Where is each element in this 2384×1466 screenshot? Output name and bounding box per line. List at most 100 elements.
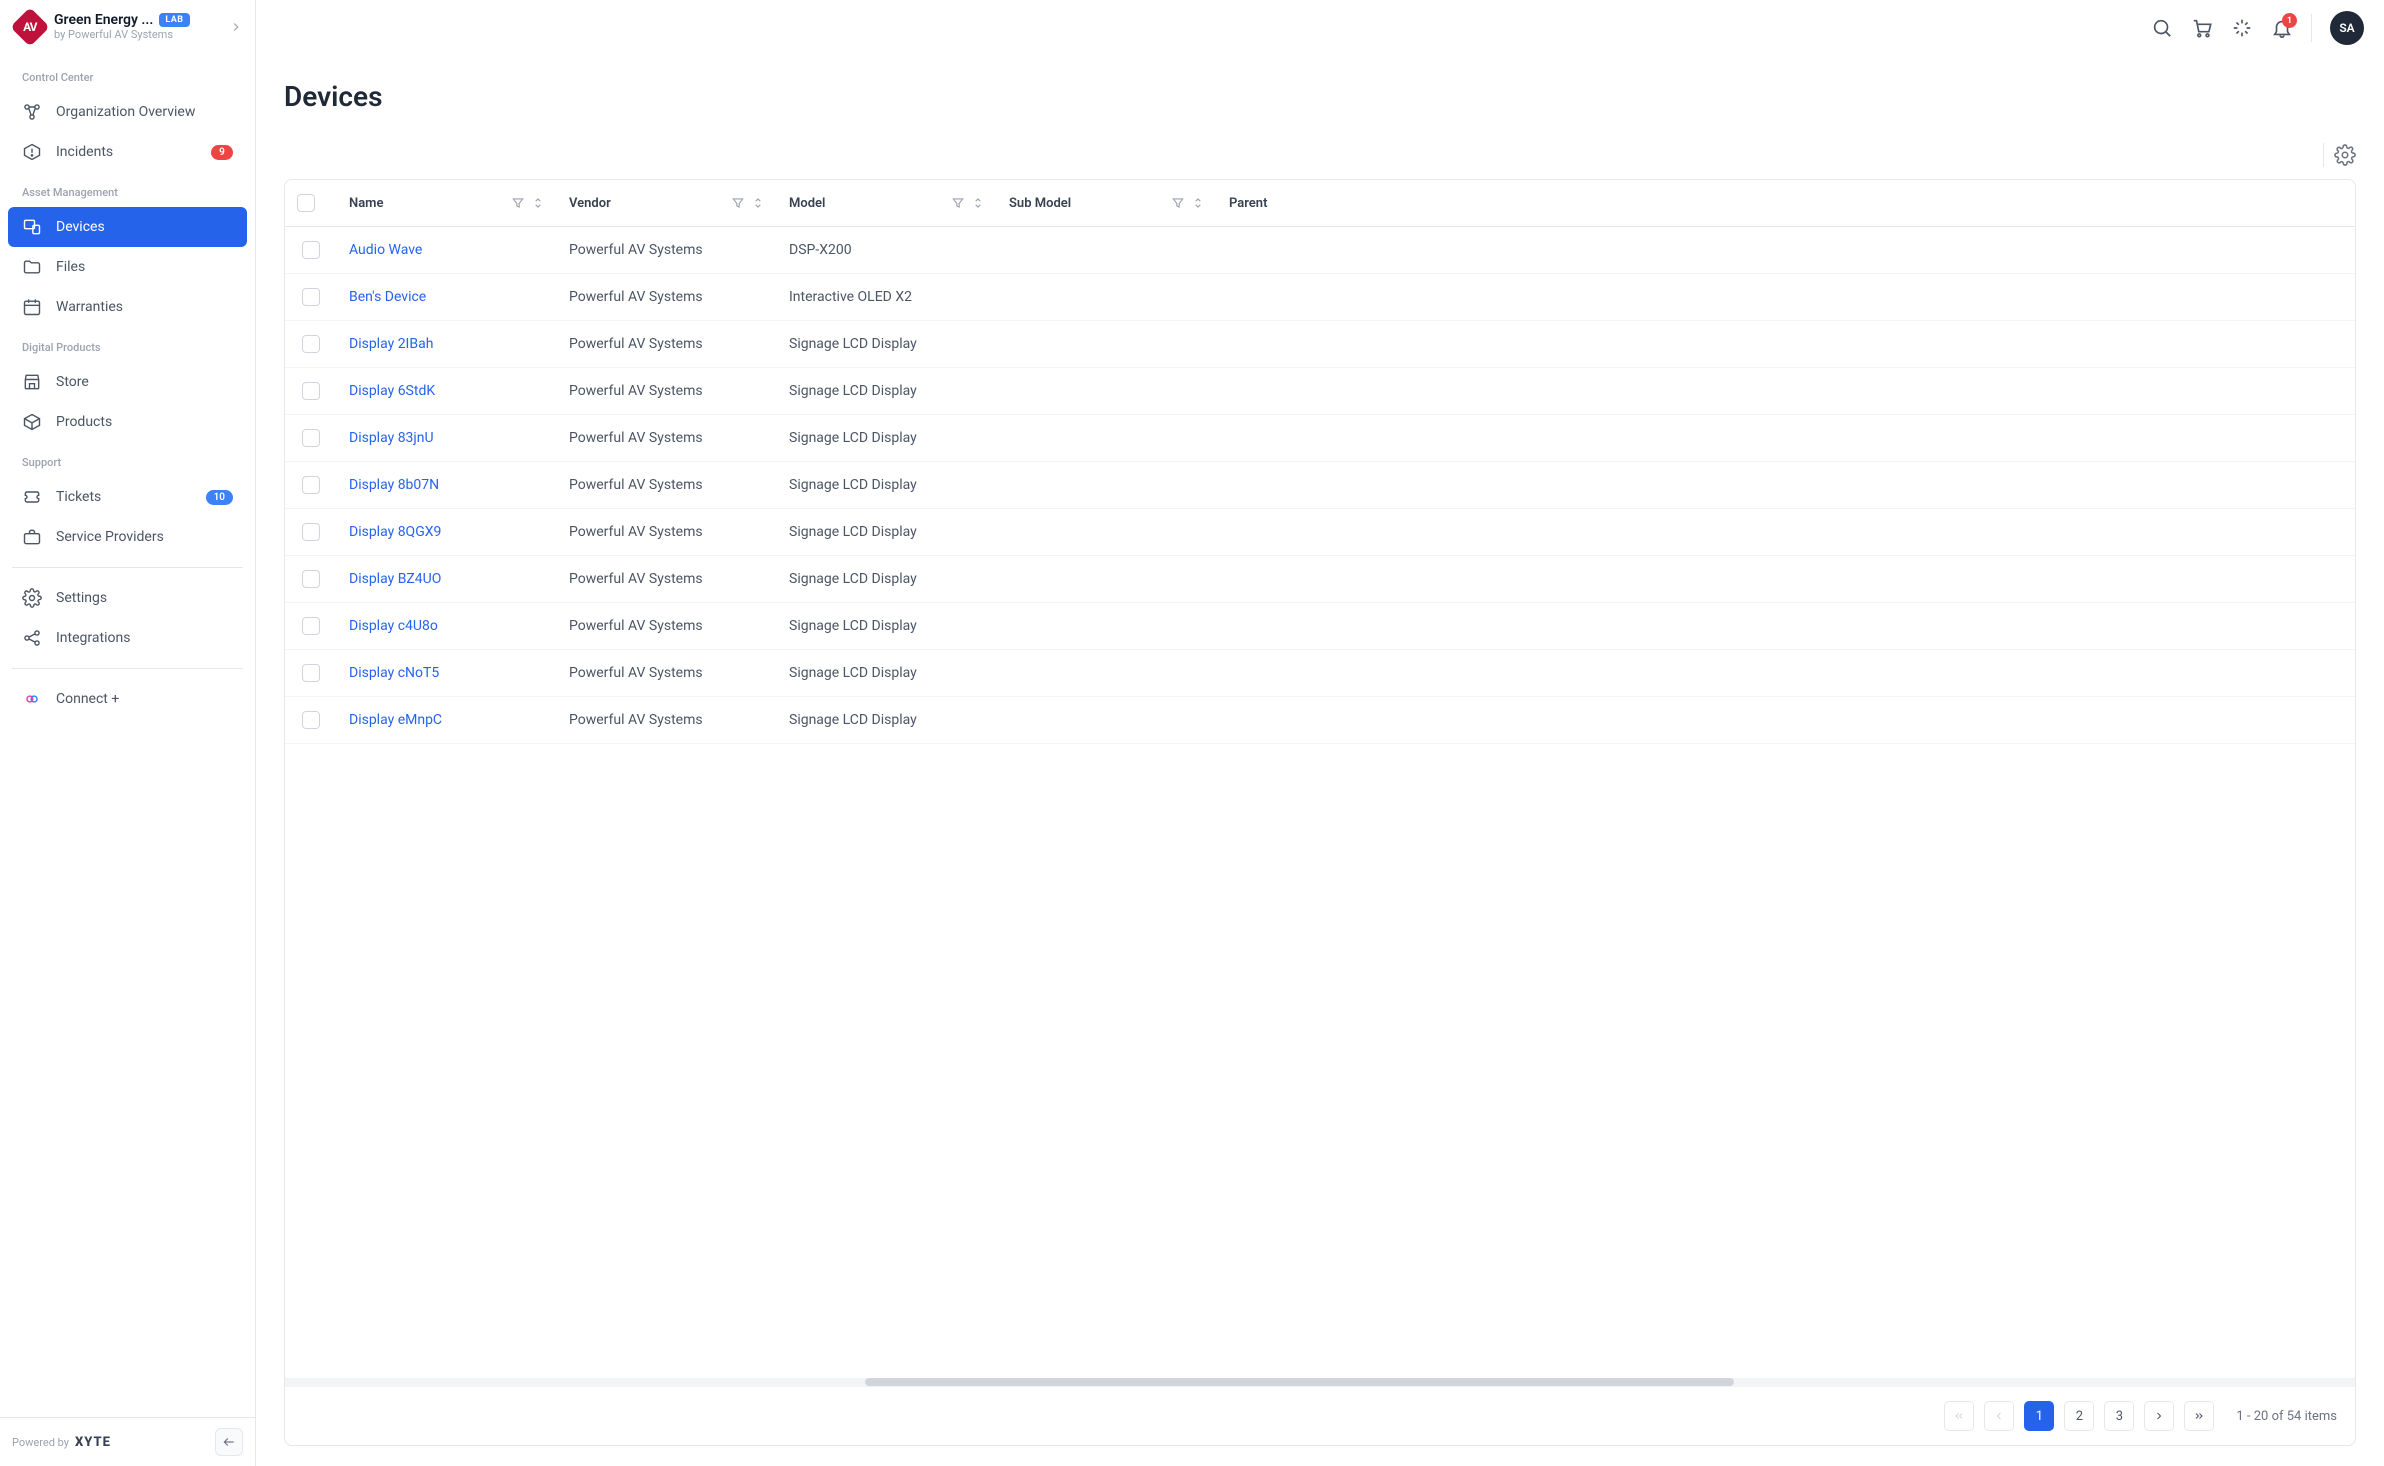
row-checkbox[interactable] [302, 241, 320, 259]
bell-icon[interactable]: 1 [2271, 17, 2293, 39]
sidebar-item-products[interactable]: Products [8, 402, 247, 442]
filter-icon[interactable] [951, 196, 965, 210]
cell-parent [1217, 556, 2355, 603]
cell-submodel [997, 556, 1217, 603]
cell-model: Signage LCD Display [777, 415, 997, 462]
cell-vendor: Powerful AV Systems [557, 462, 777, 509]
cell-parent [1217, 368, 2355, 415]
cell-parent [1217, 274, 2355, 321]
avatar[interactable]: SA [2330, 11, 2364, 45]
row-checkbox[interactable] [302, 476, 320, 494]
sidebar-item-overview[interactable]: Organization Overview [8, 92, 247, 132]
device-name-link[interactable]: Ben's Device [349, 289, 426, 305]
page-2-button[interactable]: 2 [2064, 1401, 2094, 1431]
section-control-center: Control Center [8, 57, 247, 92]
divider [2311, 14, 2312, 42]
page-last-button[interactable] [2184, 1401, 2214, 1431]
device-name-link[interactable]: Display 8b07N [349, 477, 439, 493]
page-1-button[interactable]: 1 [2024, 1401, 2054, 1431]
devices-table: Name Vendor Model Sub Model Parent Audio… [284, 179, 2356, 1446]
row-checkbox[interactable] [302, 617, 320, 635]
cell-model: Signage LCD Display [777, 556, 997, 603]
chevron-right-icon [229, 20, 243, 34]
page-next-button[interactable] [2144, 1401, 2174, 1431]
filter-icon[interactable] [511, 196, 525, 210]
sidebar-item-incidents[interactable]: Incidents 9 [8, 132, 247, 172]
alert-icon [22, 142, 42, 162]
powered-by-text: Powered by [12, 1436, 69, 1449]
device-name-link[interactable]: Display 6StdK [349, 383, 435, 399]
sort-icon[interactable] [751, 196, 765, 210]
device-name-link[interactable]: Display 83jnU [349, 430, 434, 446]
sidebar-item-files[interactable]: Files [8, 247, 247, 287]
search-icon[interactable] [2151, 17, 2173, 39]
page-3-button[interactable]: 3 [2104, 1401, 2134, 1431]
briefcase-icon [22, 527, 42, 547]
sidebar-item-label: Settings [56, 590, 233, 606]
page-prev-button[interactable] [1984, 1401, 2014, 1431]
divider [12, 668, 243, 669]
org-logo-icon: AV [10, 7, 50, 47]
table-row: Ben's DevicePowerful AV SystemsInteracti… [285, 274, 2355, 321]
sidebar-item-label: Products [56, 414, 233, 430]
cell-vendor: Powerful AV Systems [557, 509, 777, 556]
cell-model: Signage LCD Display [777, 462, 997, 509]
row-checkbox[interactable] [302, 570, 320, 588]
cell-submodel [997, 650, 1217, 697]
calendar-icon [22, 297, 42, 317]
device-name-link[interactable]: Display c4U8o [349, 618, 438, 634]
filter-icon[interactable] [1171, 196, 1185, 210]
row-checkbox[interactable] [302, 335, 320, 353]
sparkle-icon[interactable] [2231, 17, 2253, 39]
row-checkbox[interactable] [302, 711, 320, 729]
notification-count-badge: 1 [2282, 13, 2297, 28]
sidebar-item-label: Devices [56, 219, 233, 235]
horizontal-scrollbar[interactable] [285, 1378, 2355, 1386]
sidebar-item-warranties[interactable]: Warranties [8, 287, 247, 327]
cell-model: Signage LCD Display [777, 368, 997, 415]
sidebar-item-settings[interactable]: Settings [8, 578, 247, 618]
row-checkbox[interactable] [302, 382, 320, 400]
sidebar-item-integrations[interactable]: Integrations [8, 618, 247, 658]
collapse-sidebar-button[interactable] [215, 1428, 243, 1456]
sidebar-item-label: Tickets [56, 489, 192, 505]
page-title: Devices [284, 80, 383, 113]
sort-icon[interactable] [1191, 196, 1205, 210]
cell-model: Signage LCD Display [777, 509, 997, 556]
sort-icon[interactable] [531, 196, 545, 210]
sidebar-item-store[interactable]: Store [8, 362, 247, 402]
row-checkbox[interactable] [302, 429, 320, 447]
device-name-link[interactable]: Display cNoT5 [349, 665, 439, 681]
infinity-icon [22, 689, 42, 709]
row-checkbox[interactable] [302, 288, 320, 306]
cell-vendor: Powerful AV Systems [557, 227, 777, 274]
sidebar-item-devices[interactable]: Devices [8, 207, 247, 247]
sidebar-item-label: Connect + [56, 691, 233, 707]
section-digital-products: Digital Products [8, 327, 247, 362]
device-name-link[interactable]: Display BZ4UO [349, 571, 441, 587]
column-header-parent: Parent [1229, 196, 1267, 211]
incidents-count-badge: 9 [211, 145, 233, 160]
sidebar-item-tickets[interactable]: Tickets 10 [8, 477, 247, 517]
cell-model: Signage LCD Display [777, 603, 997, 650]
sidebar-item-providers[interactable]: Service Providers [8, 517, 247, 557]
cell-submodel [997, 368, 1217, 415]
cell-submodel [997, 509, 1217, 556]
device-name-link[interactable]: Display 2IBah [349, 336, 433, 352]
device-name-link[interactable]: Audio Wave [349, 242, 422, 258]
row-checkbox[interactable] [302, 664, 320, 682]
device-name-link[interactable]: Display 8QGX9 [349, 524, 441, 540]
sidebar-item-connect[interactable]: Connect + [8, 679, 247, 719]
page-first-button[interactable] [1944, 1401, 1974, 1431]
row-checkbox[interactable] [302, 523, 320, 541]
table-row: Display 83jnUPowerful AV SystemsSignage … [285, 415, 2355, 462]
sort-icon[interactable] [971, 196, 985, 210]
table-settings-button[interactable] [2334, 144, 2356, 166]
sidebar-item-label: Organization Overview [56, 104, 233, 120]
select-all-checkbox[interactable] [297, 194, 315, 212]
device-name-link[interactable]: Display eMnpC [349, 712, 442, 728]
org-switcher[interactable]: AV Green Energy ... LAB by Powerful AV S… [0, 0, 255, 53]
filter-icon[interactable] [731, 196, 745, 210]
cart-icon[interactable] [2191, 17, 2213, 39]
store-icon [22, 372, 42, 392]
